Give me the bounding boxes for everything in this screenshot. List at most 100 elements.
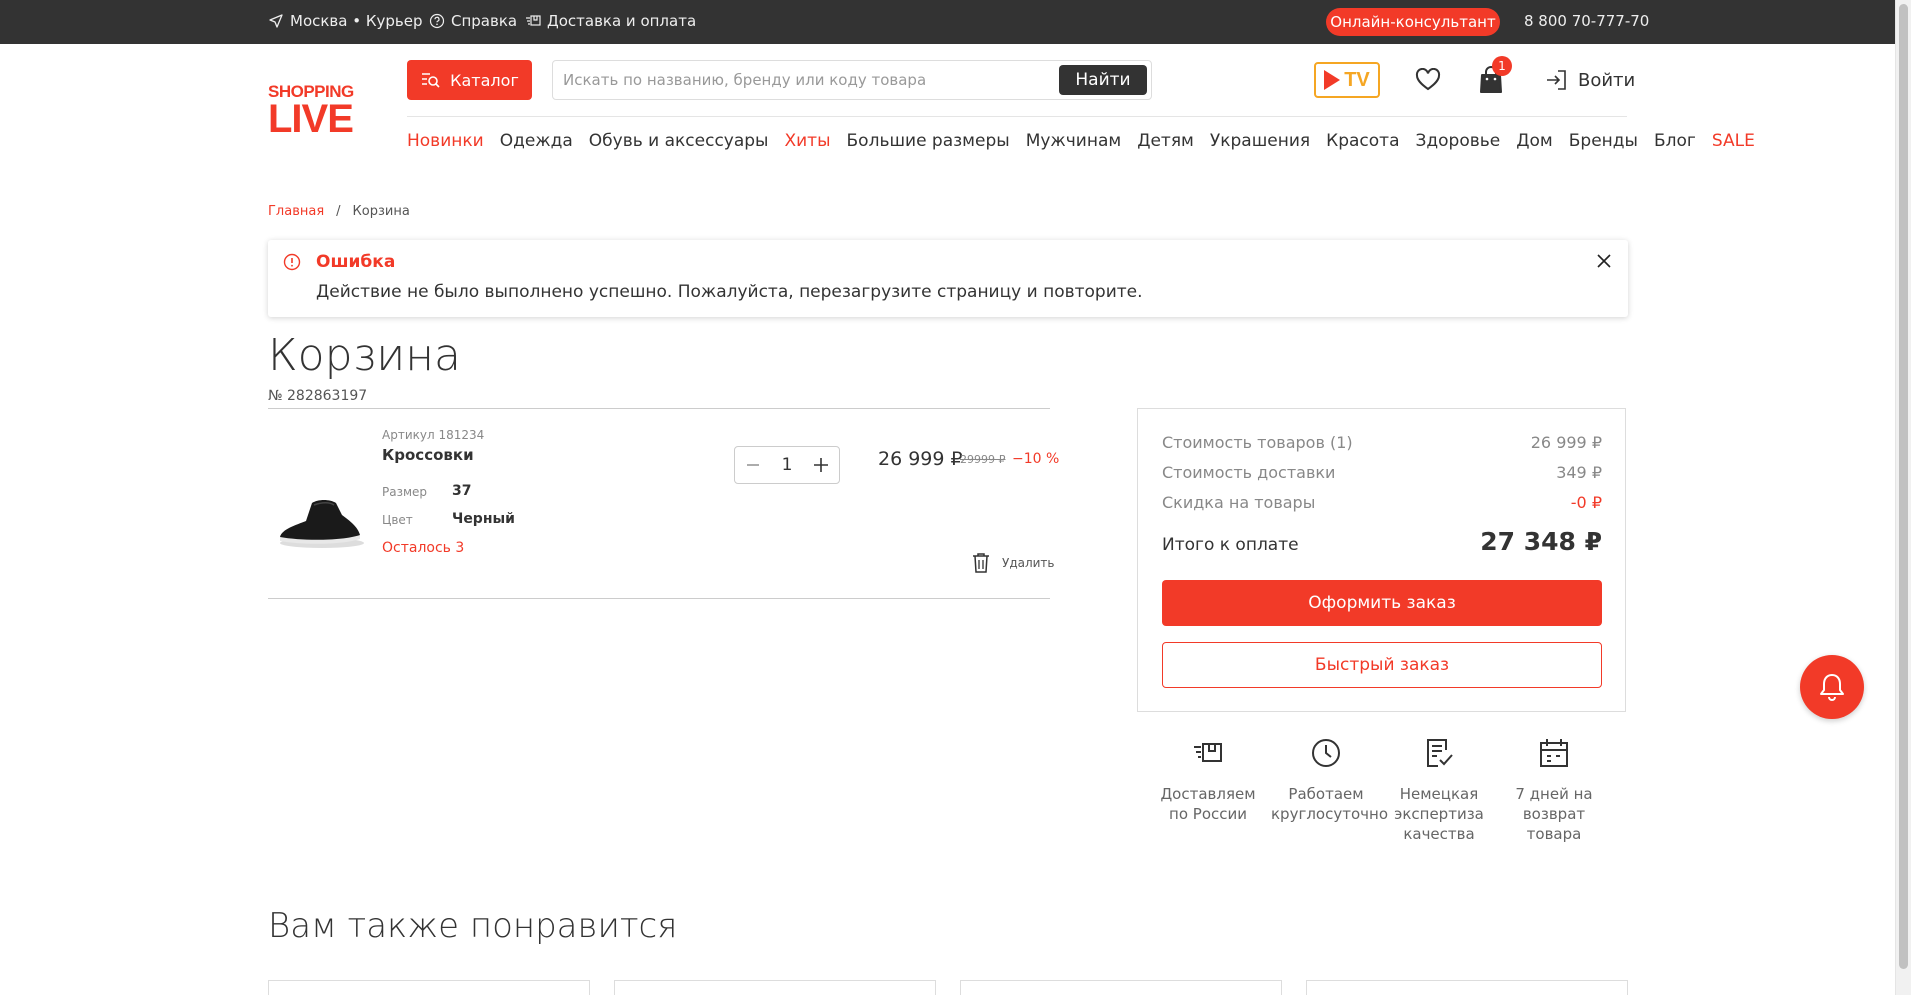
size-value: 37 [452, 483, 472, 499]
tv-label: TV [1344, 68, 1370, 91]
color-label: Цвет [382, 513, 413, 527]
quantity-value[interactable]: 1 [782, 455, 793, 475]
feature-line: Доставляем [1160, 785, 1256, 803]
delivery-link[interactable]: Доставка и оплата [525, 12, 696, 30]
divider [268, 598, 1050, 599]
info-icon [283, 253, 301, 271]
login-label: Войти [1578, 69, 1636, 91]
product-image[interactable] [272, 485, 368, 555]
size-label: Размер [382, 485, 428, 499]
scrollbar-thumb[interactable] [1899, 4, 1908, 969]
nav-item[interactable]: Новинки [407, 131, 484, 151]
nav-item[interactable]: SALE [1712, 131, 1755, 151]
location-label: Москва • Курьер [290, 12, 423, 30]
order-number: № 282863197 [268, 388, 368, 404]
nav-item[interactable]: Обувь и аксессуары [589, 131, 769, 151]
delivery-cost-label: Стоимость доставки [1162, 463, 1336, 482]
bell-icon [1820, 674, 1844, 701]
help-label: Справка [451, 12, 518, 30]
nav-item[interactable]: Хиты [784, 131, 830, 151]
nav-item[interactable]: Украшения [1210, 131, 1310, 151]
stock-remaining: Осталось 3 [382, 540, 465, 556]
nav-item[interactable]: Красота [1326, 131, 1399, 151]
cart-count-badge: 1 [1492, 56, 1512, 76]
feature-24h: Работаем круглосуточно [1271, 736, 1388, 824]
product-price: 26 999 ₽ [878, 448, 963, 470]
total-value: 27 348 ₽ [1480, 527, 1602, 556]
close-icon[interactable] [1596, 253, 1612, 269]
question-icon [429, 13, 445, 29]
login-link[interactable]: Войти [1544, 68, 1635, 92]
nav-item[interactable]: Одежда [500, 131, 573, 151]
play-icon [1324, 70, 1341, 90]
search-button[interactable]: Найти [1059, 65, 1147, 95]
online-consultant-button[interactable]: Онлайн-консультант [1326, 8, 1500, 36]
delete-label: Удалить [1002, 556, 1055, 570]
favorites-heart-icon[interactable] [1415, 68, 1441, 92]
help-link[interactable]: Справка [429, 12, 517, 30]
product-discount: −10 % [1012, 451, 1060, 467]
order-summary: Стоимость товаров (1) 26 999 ₽ Стоимость… [1137, 408, 1626, 712]
top-bar: Москва • Курьер Справка Доставка и оплат… [0, 0, 1895, 44]
feature-line: Работаем [1288, 785, 1364, 803]
color-value: Черный [452, 511, 515, 527]
plus-icon[interactable] [813, 457, 829, 473]
phone-number[interactable]: 8 800 70-777-70 [1524, 12, 1649, 30]
quantity-stepper: 1 [734, 446, 840, 484]
nav-item[interactable]: Большие размеры [847, 131, 1010, 151]
product-card[interactable] [1306, 980, 1628, 995]
catalog-button[interactable]: Каталог [407, 60, 532, 100]
catalog-search-icon [422, 73, 440, 88]
delivery-box-icon [1194, 743, 1222, 762]
product-sku: Артикул 181234 [382, 428, 485, 442]
nav-item[interactable]: Бренды [1569, 131, 1638, 151]
nav-item[interactable]: Мужчинам [1026, 131, 1122, 151]
shopping-live-logo[interactable]: SHOPPING LIVE [268, 82, 354, 141]
feature-line: 7 дней на [1515, 785, 1593, 803]
discount-label: Скидка на товары [1162, 493, 1316, 512]
nav-item[interactable]: Дом [1516, 131, 1553, 151]
checkout-button[interactable]: Оформить заказ [1162, 580, 1602, 626]
summary-discount-row: Скидка на товары -0 ₽ [1162, 493, 1602, 512]
delivery-icon [526, 15, 541, 26]
feature-line: экспертиза [1394, 805, 1484, 823]
total-label: Итого к оплате [1162, 535, 1299, 555]
feature-line: товара [1526, 825, 1582, 843]
search-box: Найти [552, 60, 1152, 100]
notifications-button[interactable] [1800, 655, 1864, 719]
product-card[interactable] [614, 980, 936, 995]
alert-message: Действие не было выполнено успешно. Пожа… [316, 282, 1143, 302]
summary-delivery-row: Стоимость доставки 349 ₽ [1162, 463, 1602, 482]
breadcrumb-current: Корзина [352, 204, 410, 219]
nav-item[interactable]: Детям [1137, 131, 1194, 151]
feature-line: по России [1169, 805, 1247, 823]
location-selector[interactable]: Москва • Курьер [268, 12, 422, 30]
product-name[interactable]: Кроссовки [382, 446, 474, 464]
divider [268, 408, 1050, 409]
nav-divider [407, 116, 1627, 117]
clock-icon [1312, 739, 1340, 767]
feature-line: качества [1403, 825, 1475, 843]
quick-order-button[interactable]: Быстрый заказ [1162, 642, 1602, 688]
feature-line: Немецкая [1399, 785, 1479, 803]
delete-button[interactable]: Удалить [972, 552, 1055, 574]
shopping-live-tv-button[interactable]: TV [1314, 62, 1380, 98]
feature-line: круглосуточно [1271, 805, 1388, 823]
product-card[interactable] [960, 980, 1282, 995]
minus-icon[interactable] [745, 457, 761, 473]
goods-label: Стоимость товаров (1) [1162, 433, 1353, 452]
breadcrumb-separator: / [336, 204, 341, 219]
feature-return: 7 дней на возврат товара [1499, 736, 1609, 844]
breadcrumb-home[interactable]: Главная [268, 204, 324, 219]
delivery-cost-value: 349 ₽ [1556, 463, 1602, 482]
logo-bottom-text: LIVE [268, 97, 354, 141]
nav-item[interactable]: Здоровье [1416, 131, 1501, 151]
product-card[interactable] [268, 980, 590, 995]
alert-title: Ошибка [316, 252, 396, 272]
login-icon [1547, 70, 1566, 90]
trash-icon [973, 553, 989, 573]
catalog-label: Каталог [450, 70, 519, 90]
nav-item[interactable]: Блог [1654, 131, 1696, 151]
discount-value: -0 ₽ [1570, 493, 1602, 512]
search-input[interactable] [563, 69, 1063, 91]
